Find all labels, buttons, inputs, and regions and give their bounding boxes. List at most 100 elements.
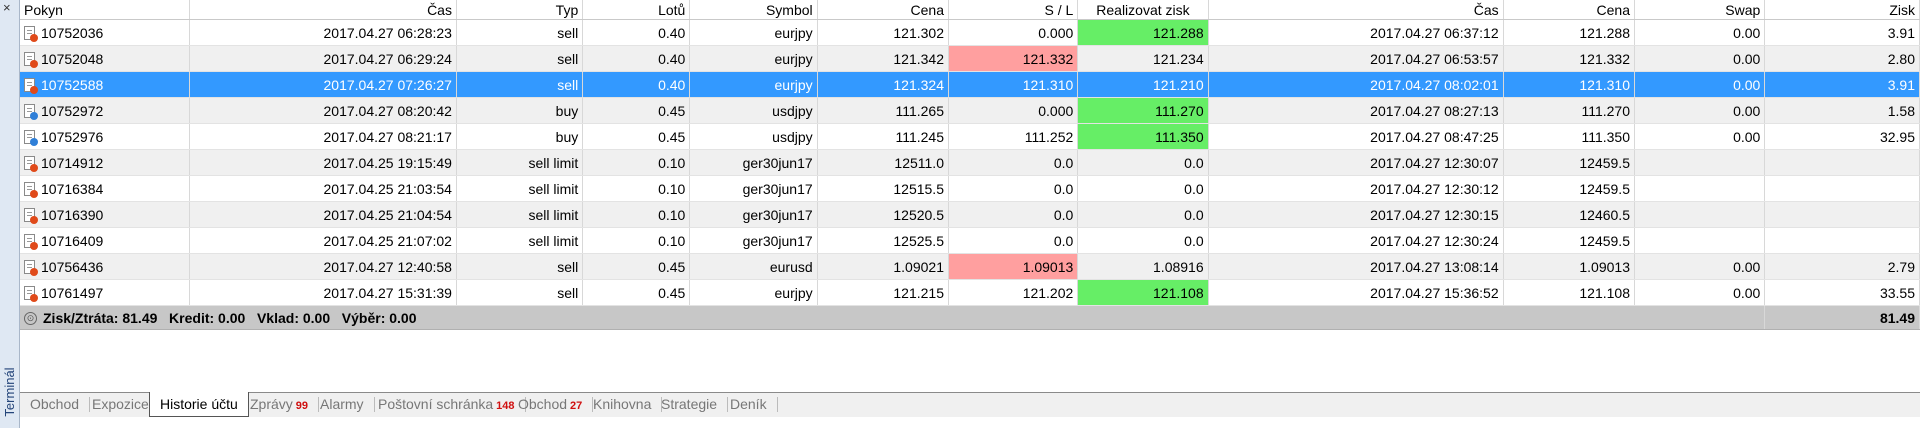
column-header-zisk[interactable]: Zisk: [1764, 0, 1920, 20]
cell-zisk: 3.91: [1764, 19, 1920, 46]
tab-alarmy[interactable]: Alarmy: [310, 393, 375, 415]
column-header-sl[interactable]: S / L: [948, 0, 1079, 20]
table-row[interactable]: 10756436 2017.04.27 12:40:58 sell 0.45 eurus…: [20, 253, 1920, 280]
cell-cena2: 121.310: [1503, 71, 1635, 98]
cell-symbol: eurjpy: [689, 71, 818, 98]
cell-zisk: 33.55: [1764, 279, 1920, 306]
sell-order-icon: [24, 207, 38, 224]
tab-deník[interactable]: Deník: [720, 393, 778, 415]
cell-pokyn: 10714912: [20, 149, 191, 176]
tab-knihovna[interactable]: Knihovna: [583, 393, 663, 415]
cell-swap: 0.00: [1634, 19, 1766, 46]
cell-symbol: ger30jun17: [689, 149, 818, 176]
cell-cas: 2017.04.25 21:07:02: [189, 227, 457, 254]
column-header-pokyn[interactable]: Pokyn: [20, 0, 191, 20]
cell-sl: 121.310: [948, 71, 1079, 98]
cell-cas2: 2017.04.27 08:02:01: [1208, 71, 1504, 98]
cell-tp: 121.288: [1077, 19, 1209, 46]
cell-cena: 121.302: [817, 19, 949, 46]
column-header-typ[interactable]: Typ: [456, 0, 584, 20]
summary-total: 81.49: [1764, 305, 1920, 330]
cell-cena: 12515.5: [817, 175, 949, 202]
cell-swap: 0.00: [1634, 123, 1766, 150]
summary-icon: ⊙: [24, 312, 37, 326]
table-row[interactable]: 10752976 2017.04.27 08:21:17 buy 0.45 usdjpy…: [20, 123, 1920, 150]
cell-zisk: [1764, 149, 1920, 176]
tab-historie-účtu[interactable]: Historie účtu: [149, 392, 249, 417]
cell-typ: sell: [456, 45, 584, 72]
cell-lotu: 0.10: [582, 175, 691, 202]
table-row[interactable]: 10752036 2017.04.27 06:28:23 sell 0.40 eurjp…: [20, 19, 1920, 46]
table-row[interactable]: 10716409 2017.04.25 21:07:02 sell limit 0.1…: [20, 227, 1920, 254]
column-header-cena2[interactable]: Cena: [1503, 0, 1635, 20]
cell-lotu: 0.45: [582, 123, 691, 150]
cell-sl: 0.0: [948, 175, 1079, 202]
tab-strategie[interactable]: Strategie: [651, 393, 729, 415]
cell-cas: 2017.04.27 12:40:58: [189, 253, 457, 280]
table-row[interactable]: 10752588 2017.04.27 07:26:27 sell 0.40 eurjp…: [20, 71, 1920, 98]
cell-symbol: eurjpy: [689, 279, 818, 306]
column-header-lotu[interactable]: Lotů: [582, 0, 691, 20]
cell-cas: 2017.04.27 08:21:17: [189, 123, 457, 150]
cell-cena2: 12460.5: [1503, 201, 1635, 228]
cell-typ: sell limit: [456, 175, 584, 202]
sell-order-icon: [24, 77, 38, 94]
cell-cas: 2017.04.25 21:04:54: [189, 201, 457, 228]
cell-sl: 111.252: [948, 123, 1079, 150]
cell-sl: 0.000: [948, 97, 1079, 124]
cell-pokyn: 10756436: [20, 253, 191, 280]
cell-cas2: 2017.04.27 12:30:12: [1208, 175, 1504, 202]
close-icon[interactable]: ×: [3, 1, 11, 14]
column-header-cas[interactable]: Čas: [189, 0, 457, 20]
cell-cena2: 12459.5: [1503, 175, 1635, 202]
cell-zisk: 2.80: [1764, 45, 1920, 72]
terminal-window: × Terminál Pokyn Čas Typ Lotů Symbol Cena S / …: [0, 0, 1920, 428]
cell-cena: 12525.5: [817, 227, 949, 254]
cell-sl: 0.0: [948, 227, 1079, 254]
table-row[interactable]: 10714912 2017.04.25 19:15:49 sell limit 0.1…: [20, 149, 1920, 176]
cell-tp: 111.270: [1077, 97, 1209, 124]
cell-sl: 0.000: [948, 19, 1079, 46]
tab-zprávy[interactable]: Zprávy 99: [240, 393, 320, 415]
cell-cena: 1.09021: [817, 253, 949, 280]
tab-obchod[interactable]: Obchod 27: [508, 393, 594, 415]
tab-poštovní-schránka[interactable]: Poštovní schránka 148: [368, 393, 526, 415]
table-row[interactable]: 10752972 2017.04.27 08:20:42 buy 0.45 usdjpy…: [20, 97, 1920, 124]
column-header-swap[interactable]: Swap: [1634, 0, 1766, 20]
table-row[interactable]: 10716384 2017.04.25 21:03:54 sell limit 0.1…: [20, 175, 1920, 202]
table-row[interactable]: 10752048 2017.04.27 06:29:24 sell 0.40 eurjp…: [20, 45, 1920, 72]
column-header-tp[interactable]: Realizovat zisk: [1077, 0, 1209, 20]
terminal-sidebar: × Terminál: [0, 0, 20, 428]
cell-typ: sell limit: [456, 227, 584, 254]
cell-typ: sell: [456, 279, 584, 306]
cell-typ: sell limit: [456, 149, 584, 176]
table-header: Pokyn Čas Typ Lotů Symbol Cena S / L Realizovat…: [20, 0, 1920, 20]
cell-zisk: 3.91: [1764, 71, 1920, 98]
cell-symbol: usdjpy: [689, 97, 818, 124]
cell-pokyn: 10716384: [20, 175, 191, 202]
table-row[interactable]: 10716390 2017.04.25 21:04:54 sell limit 0.1…: [20, 201, 1920, 228]
cell-typ: sell: [456, 71, 584, 98]
cell-cas: 2017.04.27 06:29:24: [189, 45, 457, 72]
column-header-cena[interactable]: Cena: [817, 0, 949, 20]
cell-cena2: 12459.5: [1503, 149, 1635, 176]
cell-zisk: [1764, 175, 1920, 202]
table-row[interactable]: 10761497 2017.04.27 15:31:39 sell 0.45 eurjp…: [20, 279, 1920, 306]
cell-tp: 111.350: [1077, 123, 1209, 150]
tab-obchod[interactable]: Obchod: [20, 393, 91, 415]
cell-cas: 2017.04.27 07:26:27: [189, 71, 457, 98]
column-header-symbol[interactable]: Symbol: [689, 0, 818, 20]
cell-symbol: ger30jun17: [689, 201, 818, 228]
sell-order-icon: [24, 259, 38, 276]
cell-lotu: 0.45: [582, 279, 691, 306]
cell-cena: 121.215: [817, 279, 949, 306]
column-header-cas2[interactable]: Čas: [1208, 0, 1504, 20]
cell-cena: 12520.5: [817, 201, 949, 228]
tab-expozice[interactable]: Expozice: [82, 393, 160, 415]
cell-swap: 0.00: [1634, 71, 1766, 98]
buy-order-icon: [24, 103, 38, 120]
cell-tp: 121.108: [1077, 279, 1209, 306]
cell-typ: sell limit: [456, 201, 584, 228]
cell-cas: 2017.04.25 21:03:54: [189, 175, 457, 202]
cell-lotu: 0.40: [582, 19, 691, 46]
